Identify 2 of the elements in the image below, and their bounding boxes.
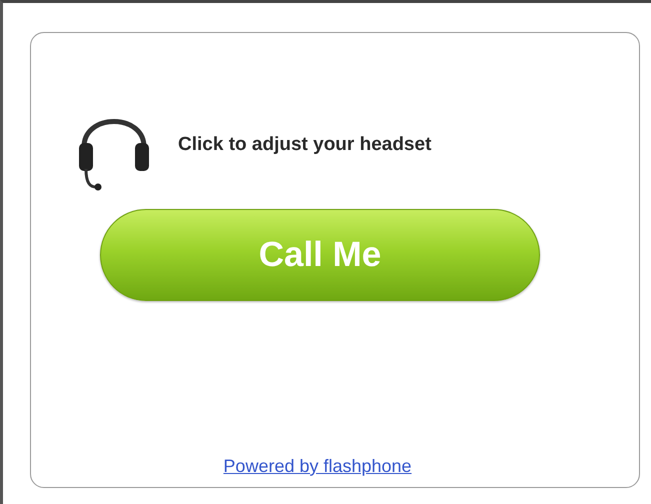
headset-label: Click to adjust your headset — [178, 134, 432, 156]
powered-by-link[interactable]: Powered by flashphone — [223, 456, 412, 477]
